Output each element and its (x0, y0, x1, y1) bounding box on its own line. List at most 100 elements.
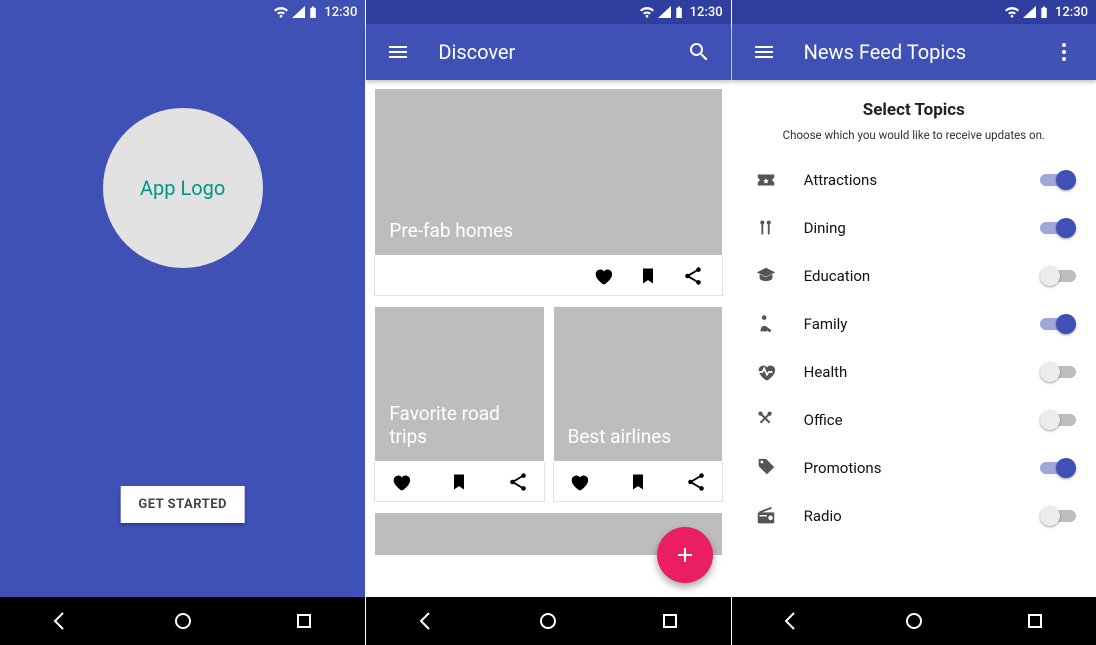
nav-back-button[interactable] (764, 597, 820, 645)
nav-home-button[interactable] (886, 597, 942, 645)
status-bar: 12:30 (0, 0, 365, 24)
battery-icon (1039, 5, 1049, 20)
menu-button[interactable] (744, 32, 784, 72)
bookmark-icon[interactable] (449, 471, 469, 493)
topic-row: Dining (732, 204, 1096, 252)
app-logo-text: App Logo (140, 176, 225, 200)
back-icon (415, 609, 439, 633)
family-icon (748, 313, 784, 335)
topic-row: Attractions (732, 156, 1096, 204)
recent-icon (1023, 609, 1047, 633)
app-logo: App Logo (103, 108, 263, 268)
ticket-icon (748, 169, 784, 191)
heart-icon[interactable] (592, 265, 614, 287)
back-icon (49, 609, 73, 633)
card-small[interactable]: Best airlines (553, 306, 723, 502)
office-icon (748, 409, 784, 431)
overflow-button[interactable] (1044, 32, 1084, 72)
search-button[interactable] (679, 32, 719, 72)
share-icon[interactable] (507, 471, 529, 493)
status-time: 12:30 (1055, 5, 1088, 20)
home-icon (171, 609, 195, 633)
more-vert-icon (1052, 40, 1076, 64)
nav-home-button[interactable] (155, 597, 211, 645)
recent-icon (292, 609, 316, 633)
topic-switch[interactable] (1040, 410, 1076, 430)
heart-icon[interactable] (568, 471, 590, 493)
signal-icon (657, 5, 672, 19)
battery-icon (308, 5, 318, 20)
topic-switch[interactable] (1040, 170, 1076, 190)
radio-icon (748, 505, 784, 527)
status-bar: 12:30 (732, 0, 1096, 24)
topic-row: Promotions (732, 444, 1096, 492)
menu-icon (386, 40, 410, 64)
status-time: 12:30 (690, 5, 723, 20)
bookmark-icon[interactable] (638, 265, 658, 287)
status-bar: 12:30 (366, 0, 730, 24)
nav-recent-button[interactable] (642, 597, 698, 645)
topic-switch[interactable] (1040, 506, 1076, 526)
topic-row: Health (732, 348, 1096, 396)
topic-switch[interactable] (1040, 314, 1076, 334)
topic-label: Health (804, 363, 1040, 381)
topic-row: Radio (732, 492, 1096, 540)
topic-switch[interactable] (1040, 218, 1076, 238)
screen-splash: 12:30 App Logo GET STARTED (0, 0, 365, 645)
card-image: Pre-fab homes (374, 88, 722, 256)
plus-icon (673, 543, 697, 567)
card-image: Best airlines (553, 306, 723, 462)
topic-switch[interactable] (1040, 266, 1076, 286)
topics-body[interactable]: Select Topics Choose which you would lik… (732, 80, 1096, 597)
nav-home-button[interactable] (520, 597, 576, 645)
topic-row: Office (732, 396, 1096, 444)
topic-switch[interactable] (1040, 362, 1076, 382)
card-title: Favorite road trips (389, 403, 529, 449)
card-actions (374, 256, 722, 296)
topic-label: Radio (804, 507, 1040, 525)
home-icon (902, 609, 926, 633)
signal-icon (1022, 5, 1037, 19)
promotions-icon (748, 457, 784, 479)
topics-list: AttractionsDiningEducationFamilyHealthOf… (732, 156, 1096, 540)
card-title: Pre-fab homes (389, 220, 513, 243)
heart-icon[interactable] (390, 471, 412, 493)
battery-icon (674, 5, 684, 20)
card-image: Favorite road trips (374, 306, 544, 462)
bookmark-icon[interactable] (628, 471, 648, 493)
home-icon (536, 609, 560, 633)
card-actions (553, 462, 723, 502)
nav-back-button[interactable] (33, 597, 89, 645)
nav-back-button[interactable] (399, 597, 455, 645)
page-title: News Feed Topics (804, 40, 1044, 64)
discover-body[interactable]: Pre-fab homes Favorite road trips (366, 80, 730, 597)
education-icon (748, 265, 784, 287)
wifi-icon (1004, 5, 1020, 19)
android-navbar (732, 597, 1096, 645)
android-navbar (0, 597, 365, 645)
nav-recent-button[interactable] (1007, 597, 1063, 645)
nav-recent-button[interactable] (276, 597, 332, 645)
wifi-icon (639, 5, 655, 19)
topic-switch[interactable] (1040, 458, 1076, 478)
get-started-button[interactable]: GET STARTED (120, 486, 245, 523)
card-small[interactable]: Favorite road trips (374, 306, 544, 502)
status-time: 12:30 (324, 5, 357, 20)
recent-icon (658, 609, 682, 633)
dining-icon (748, 217, 784, 239)
menu-button[interactable] (378, 32, 418, 72)
fab-add-button[interactable] (657, 527, 713, 583)
page-title: Discover (438, 40, 678, 64)
share-icon[interactable] (682, 265, 704, 287)
android-navbar (366, 597, 730, 645)
splash-body: App Logo GET STARTED (0, 24, 365, 597)
app-bar: Discover (366, 24, 730, 80)
card-large[interactable]: Pre-fab homes (374, 88, 722, 296)
share-icon[interactable] (685, 471, 707, 493)
screen-discover: 12:30 Discover Pre-fab homes (365, 0, 730, 645)
app-bar: News Feed Topics (732, 24, 1096, 80)
topic-label: Family (804, 315, 1040, 333)
wifi-icon (273, 5, 289, 19)
back-icon (780, 609, 804, 633)
topic-row: Family (732, 300, 1096, 348)
